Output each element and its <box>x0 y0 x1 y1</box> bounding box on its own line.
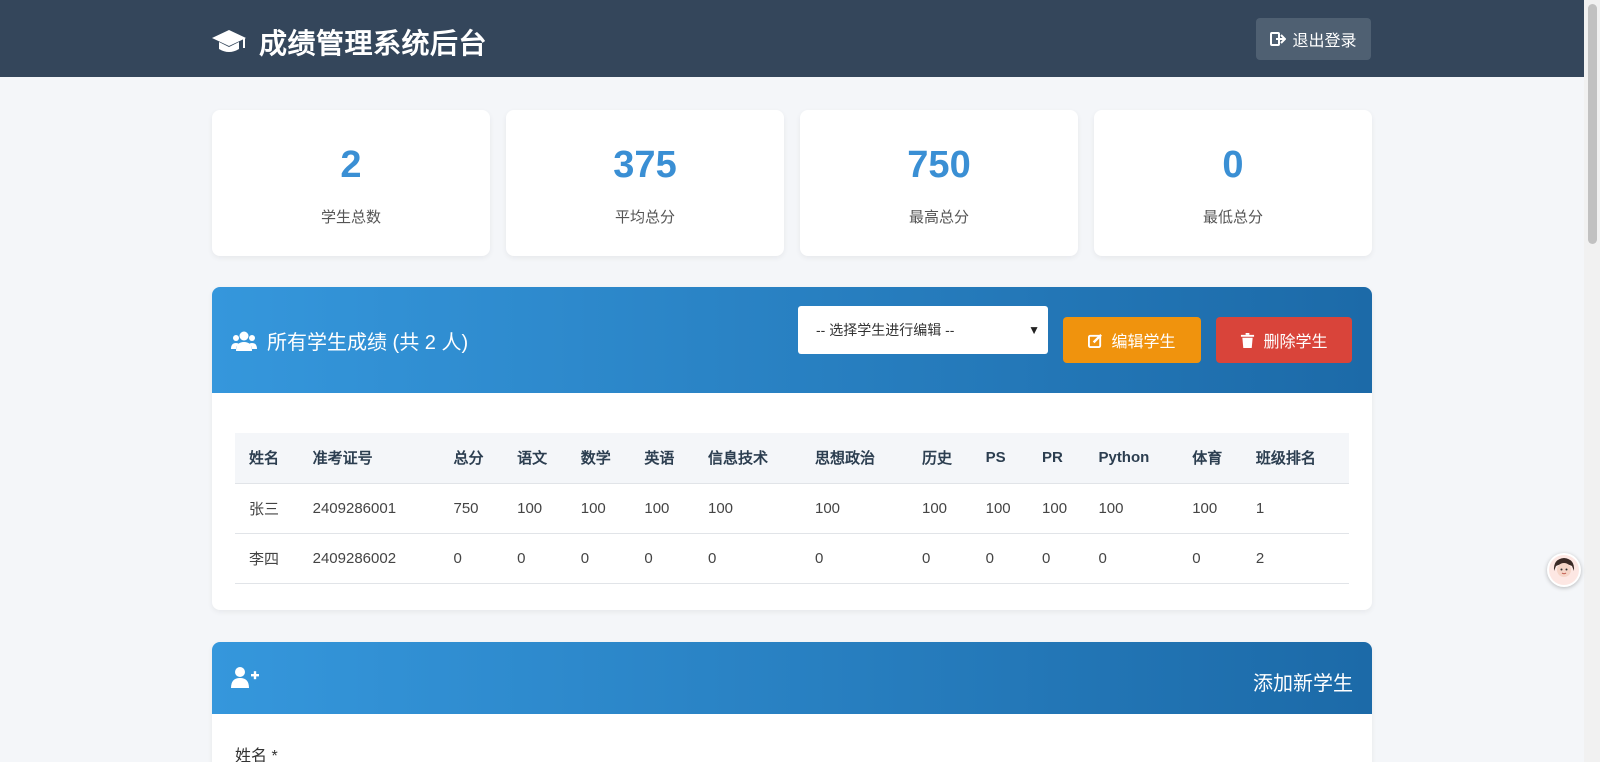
table-cell: 李四 <box>235 533 299 584</box>
logout-label: 退出登录 <box>1292 33 1357 50</box>
table-cell: 100 <box>630 483 694 534</box>
table-cell: 100 <box>694 483 801 534</box>
logout-button[interactable]: 退出登录 <box>1256 18 1371 60</box>
table-cell: 100 <box>908 483 972 534</box>
table-cell: 0 <box>630 533 694 584</box>
table-cell: 100 <box>1178 483 1242 534</box>
stat-value: 0 <box>1222 144 1244 186</box>
table-cell: 0 <box>1178 533 1242 584</box>
table-header-row: 姓名 准考证号 总分 语文 数学 英语 信息技术 思想政治 历史 PS PR P… <box>235 433 1349 484</box>
assistant-avatar-button[interactable] <box>1547 553 1581 587</box>
column-header: 体育 <box>1178 433 1242 484</box>
column-header: 总分 <box>439 433 504 484</box>
column-header: Python <box>1084 433 1179 484</box>
table-cell: 0 <box>566 533 631 584</box>
table-cell: 1 <box>1241 483 1349 534</box>
add-student-panel-header: 添加新学生 <box>212 642 1372 714</box>
table-cell: 0 <box>908 533 972 584</box>
stat-label: 学生总数 <box>320 209 381 226</box>
stat-label: 最高总分 <box>908 209 969 226</box>
stat-card-max-score: 750 最高总分 <box>800 110 1078 256</box>
name-field-label: 姓名 * <box>235 748 278 762</box>
edit-student-label: 编辑学生 <box>1111 334 1176 351</box>
trash-icon <box>1241 332 1255 348</box>
table-cell: 0 <box>1084 533 1179 584</box>
column-header: 历史 <box>908 433 972 484</box>
scores-table: 姓名 准考证号 总分 语文 数学 英语 信息技术 思想政治 历史 PS PR P… <box>235 433 1349 584</box>
column-header: 英语 <box>630 433 694 484</box>
stat-card-total-students: 2 学生总数 <box>212 110 490 256</box>
edit-student-button[interactable]: 编辑学生 <box>1063 317 1201 363</box>
column-header: 准考证号 <box>298 433 440 484</box>
column-header: 数学 <box>566 433 631 484</box>
sign-out-icon <box>1270 32 1287 46</box>
delete-student-button[interactable]: 删除学生 <box>1216 317 1352 363</box>
graduation-cap-icon <box>212 30 246 52</box>
table-cell: 100 <box>1084 483 1179 534</box>
stat-value: 2 <box>340 144 362 186</box>
app-title: 成绩管理系统后台 <box>259 28 488 59</box>
table-cell: 750 <box>439 483 504 534</box>
add-student-panel: 添加新学生 姓名 * <box>212 642 1372 762</box>
table-cell: 100 <box>503 483 567 534</box>
column-header: 班级排名 <box>1241 433 1349 484</box>
student-select[interactable]: -- 选择学生进行编辑 -- ▼ <box>798 306 1048 354</box>
table-cell: 100 <box>1028 483 1085 534</box>
column-header: 信息技术 <box>694 433 801 484</box>
column-header: 姓名 <box>235 433 299 484</box>
edit-icon <box>1088 333 1103 348</box>
brand: 成绩管理系统后台 <box>211 22 487 62</box>
stat-label: 平均总分 <box>614 209 675 226</box>
student-select-value: -- 选择学生进行编辑 -- <box>816 322 955 338</box>
stat-label: 最低总分 <box>1202 209 1263 226</box>
avatar-icon <box>1549 555 1579 585</box>
column-header: 语文 <box>503 433 567 484</box>
page-scrollbar[interactable] <box>1584 0 1600 762</box>
stat-value: 375 <box>613 144 677 186</box>
scrollbar-thumb[interactable] <box>1588 4 1597 244</box>
students-panel: 所有学生成绩 (共 2 人) -- 选择学生进行编辑 -- ▼ 编辑学生 删除学… <box>212 287 1372 610</box>
stat-card-average-score: 375 平均总分 <box>506 110 784 256</box>
table-cell: 0 <box>1028 533 1085 584</box>
students-panel-title: 所有学生成绩 (共 2 人) <box>231 326 468 355</box>
table-cell: 2409286002 <box>298 533 440 584</box>
column-header: PR <box>1028 433 1085 484</box>
table-cell: 0 <box>694 533 801 584</box>
table-cell: 0 <box>439 533 504 584</box>
students-count-title: 所有学生成绩 (共 2 人) <box>267 332 469 354</box>
column-header: 思想政治 <box>801 433 908 484</box>
user-plus-icon <box>231 667 259 688</box>
users-icon <box>231 331 257 351</box>
chevron-down-icon: ▼ <box>1028 323 1040 337</box>
stat-value: 750 <box>907 144 971 186</box>
table-row: 张三 2409286001 750 100 100 100 100 100 10… <box>235 483 1349 534</box>
stat-card-min-score: 0 最低总分 <box>1094 110 1372 256</box>
students-panel-header: 所有学生成绩 (共 2 人) -- 选择学生进行编辑 -- ▼ 编辑学生 删除学… <box>212 287 1372 393</box>
table-cell: 2 <box>1241 533 1349 584</box>
table-cell: 张三 <box>235 483 299 534</box>
table-cell: 100 <box>801 483 908 534</box>
table-cell: 0 <box>971 533 1029 584</box>
table-row: 李四 2409286002 0 0 0 0 0 0 0 0 0 0 0 2 <box>235 533 1349 584</box>
delete-student-label: 删除学生 <box>1263 334 1328 351</box>
table-cell: 0 <box>801 533 908 584</box>
column-header: PS <box>971 433 1029 484</box>
table-cell: 2409286001 <box>298 483 440 534</box>
table-cell: 100 <box>971 483 1029 534</box>
table-cell: 100 <box>566 483 631 534</box>
top-navbar: 成绩管理系统后台 退出登录 <box>0 0 1584 77</box>
table-cell: 0 <box>503 533 567 584</box>
add-student-title: 添加新学生 <box>1253 673 1353 695</box>
